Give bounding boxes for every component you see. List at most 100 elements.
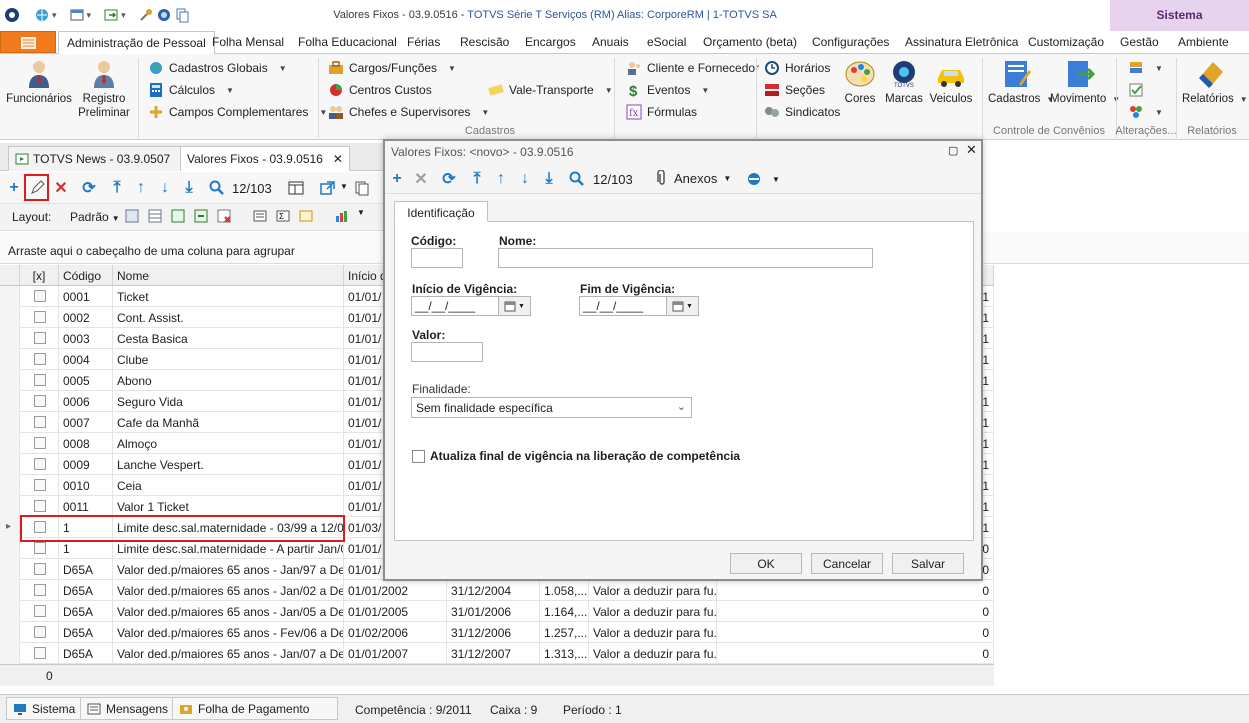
tab-valores-fixos[interactable]: Valores Fixos - 03.9.0516 ✕ xyxy=(180,146,350,171)
centros-custos-button[interactable]: Centros Custos xyxy=(328,82,432,98)
tab-ferias[interactable]: Férias xyxy=(407,35,440,49)
chefes-supervisores-menu[interactable]: Chefes e Supervisores ▼ xyxy=(328,104,489,120)
table-row[interactable]: D65A Valor ded.p/maiores 65 anos - Fev/06… xyxy=(0,622,994,643)
close-icon[interactable]: ✕ xyxy=(966,142,977,158)
layout-save-icon[interactable] xyxy=(124,208,140,224)
layout-image-icon[interactable] xyxy=(170,208,186,224)
alteracoes-item-3[interactable]: ▼ xyxy=(1128,104,1163,120)
previous-record-icon[interactable]: ↑ xyxy=(491,169,511,189)
tab-encargos[interactable]: Encargos xyxy=(525,35,576,49)
chevron-down-icon[interactable]: ▼ xyxy=(357,208,365,224)
form-view-icon[interactable] xyxy=(286,178,306,198)
next-record-icon[interactable]: ↓ xyxy=(155,178,175,198)
last-record-icon[interactable]: ⤓ xyxy=(539,169,559,189)
eventos-menu[interactable]: $ Eventos ▼ xyxy=(626,82,709,98)
column-header-nome[interactable]: Nome xyxy=(113,265,344,286)
tab-folha-educacional[interactable]: Folha Educacional xyxy=(298,35,397,49)
delete-icon[interactable]: ✕ xyxy=(51,178,71,198)
first-record-icon[interactable]: ⤒ xyxy=(107,178,127,198)
relatorios-button[interactable]: Relatórios ▼ xyxy=(1182,58,1248,107)
atualiza-checkbox[interactable] xyxy=(412,450,425,463)
salvar-button[interactable]: Salvar xyxy=(892,553,964,574)
alteracoes-item-2[interactable] xyxy=(1128,82,1144,98)
tab-identificacao[interactable]: Identificação xyxy=(394,201,488,222)
tab-rescisao[interactable]: Rescisão xyxy=(460,35,509,49)
row-checkbox[interactable] xyxy=(34,311,46,323)
layout-delete-icon[interactable] xyxy=(216,208,232,224)
view-options-menu[interactable]: ▼ xyxy=(746,171,780,187)
row-checkbox[interactable] xyxy=(34,605,46,617)
row-checkbox[interactable] xyxy=(34,584,46,596)
tab-totvs-news[interactable]: TOTVS News - 03.9.0507✕ xyxy=(8,146,198,171)
layout-selector[interactable]: Padrão ▼ xyxy=(70,210,120,224)
cargos-funcoes-menu[interactable]: Cargos/Funções ▼ xyxy=(328,60,456,76)
add-icon[interactable]: + xyxy=(387,169,407,189)
column-header-codigo[interactable]: Código xyxy=(59,265,113,286)
inicio-calendar-button[interactable]: ▼ xyxy=(498,296,531,316)
secoes-button[interactable]: Seções xyxy=(764,82,825,98)
fim-calendar-button[interactable]: ▼ xyxy=(666,296,699,316)
row-checkbox[interactable] xyxy=(34,542,46,554)
alteracoes-item-1[interactable]: ▼ xyxy=(1128,60,1163,76)
registro-preliminar-button[interactable]: Registro Preliminar xyxy=(76,58,132,120)
table-row[interactable]: D65A Valor ded.p/maiores 65 anos - Jan/02… xyxy=(0,580,994,601)
row-checkbox[interactable] xyxy=(34,479,46,491)
bar-chart-icon[interactable] xyxy=(334,208,350,224)
cadastros-convenios-button[interactable]: Cadastros ▼ xyxy=(988,58,1054,107)
status-mensagens-button[interactable]: Mensagens xyxy=(80,697,176,720)
copy-icon[interactable] xyxy=(352,178,372,198)
open-external-icon[interactable] xyxy=(318,178,338,198)
layout-export-icon[interactable] xyxy=(193,208,209,224)
calculos-menu[interactable]: Cálculos ▼ xyxy=(148,82,234,98)
cores-button[interactable]: Cores xyxy=(840,58,880,106)
tab-folha-mensal[interactable]: Folha Mensal xyxy=(212,35,284,49)
previous-record-icon[interactable]: ↑ xyxy=(131,178,151,198)
layout-filter-icon[interactable] xyxy=(298,208,314,224)
status-sistema-button[interactable]: Sistema xyxy=(6,697,83,720)
column-header-check[interactable]: [x] xyxy=(20,265,59,286)
row-checkbox[interactable] xyxy=(34,290,46,302)
tab-ambiente[interactable]: Ambiente xyxy=(1178,35,1229,49)
codigo-input[interactable] xyxy=(411,248,463,268)
horarios-button[interactable]: Horários xyxy=(764,60,830,76)
refresh-icon[interactable]: ⟳ xyxy=(439,169,459,189)
row-checkbox[interactable] xyxy=(34,626,46,638)
row-checkbox[interactable] xyxy=(34,500,46,512)
finalidade-select[interactable]: Sem finalidade específica ⌄ xyxy=(411,397,692,418)
campos-complementares-menu[interactable]: Campos Complementares ▼ xyxy=(148,104,327,120)
inicio-vigencia-input[interactable]: __/__/____ xyxy=(411,296,499,316)
tab-orcamento[interactable]: Orçamento (beta) xyxy=(703,35,797,49)
funcionarios-button[interactable]: Funcionários xyxy=(6,58,72,106)
movimento-button[interactable]: Movimento▼ xyxy=(1050,58,1120,107)
sistema-context-tab[interactable]: Sistema xyxy=(1110,0,1249,31)
tab-gestao[interactable]: Gestão xyxy=(1120,35,1159,49)
cancelar-button[interactable]: Cancelar xyxy=(811,553,883,574)
row-checkbox[interactable] xyxy=(34,353,46,365)
table-row[interactable]: D65A Valor ded.p/maiores 65 anos - Jan/05… xyxy=(0,601,994,622)
delete-icon[interactable]: ✕ xyxy=(411,169,431,189)
file-menu-button[interactable] xyxy=(0,31,56,53)
last-record-icon[interactable]: ⤓ xyxy=(179,178,199,198)
formulas-button[interactable]: fx Fórmulas xyxy=(626,104,697,120)
status-folha-button[interactable]: Folha de Pagamento xyxy=(172,697,338,720)
layout-calc-icon[interactable]: Σ xyxy=(275,208,291,224)
anexos-menu[interactable]: Anexos ▼ xyxy=(656,170,731,186)
row-checkbox[interactable] xyxy=(34,563,46,575)
first-record-icon[interactable]: ⤒ xyxy=(467,169,487,189)
sindicatos-button[interactable]: Sindicatos xyxy=(764,104,840,120)
close-icon[interactable]: ✕ xyxy=(333,152,343,166)
search-icon[interactable] xyxy=(567,169,587,189)
row-checkbox[interactable] xyxy=(34,437,46,449)
tab-configuracoes[interactable]: Configurações xyxy=(812,35,889,49)
valor-input[interactable] xyxy=(411,342,483,362)
refresh-icon[interactable]: ⟳ xyxy=(79,178,99,198)
layout-fields-icon[interactable] xyxy=(252,208,268,224)
next-record-icon[interactable]: ↓ xyxy=(515,169,535,189)
add-icon[interactable]: + xyxy=(4,178,24,198)
tab-assinatura-eletronica[interactable]: Assinatura Eletrônica xyxy=(905,35,1018,49)
tab-administracao-pessoal[interactable]: Administração de Pessoal xyxy=(58,31,215,55)
cadastros-globais-menu[interactable]: Cadastros Globais ▼ xyxy=(148,60,287,76)
row-checkbox[interactable] xyxy=(34,395,46,407)
maximize-icon[interactable]: ▢ xyxy=(948,144,958,157)
vale-transporte-menu[interactable]: Vale-Transporte ▼ xyxy=(488,82,613,98)
